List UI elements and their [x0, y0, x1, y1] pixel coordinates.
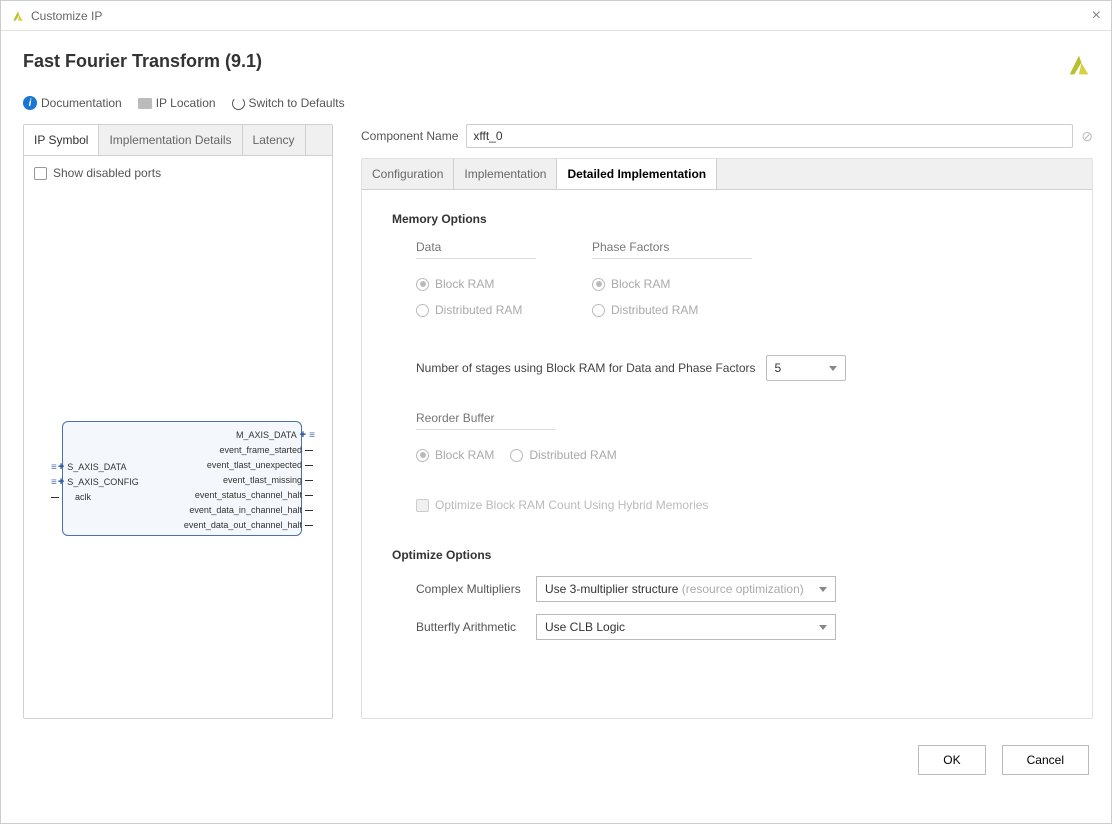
- ip-location-button[interactable]: IP Location: [138, 96, 216, 110]
- right-panel: Component Name xfft_0 ⊘ Configuration Im…: [361, 124, 1093, 719]
- component-name-value: xfft_0: [473, 129, 502, 143]
- port-event-tlast-unexpected[interactable]: event_tlast_unexpected: [184, 458, 313, 473]
- chevron-down-icon: [829, 366, 837, 371]
- tab-impl-details[interactable]: Implementation Details: [99, 125, 242, 155]
- clear-input-icon[interactable]: ⊘: [1081, 128, 1093, 145]
- chevron-down-icon: [819, 625, 827, 630]
- footer: OK Cancel: [1, 729, 1111, 791]
- data-label: Data: [416, 240, 536, 259]
- page-title: Fast Fourier Transform (9.1): [23, 51, 262, 72]
- component-name-input[interactable]: xfft_0: [466, 124, 1073, 148]
- checkbox-icon: [34, 167, 47, 180]
- optimize-options-heading: Optimize Options: [392, 548, 1062, 562]
- data-dist-ram-radio[interactable]: Distributed RAM: [416, 303, 536, 317]
- phase-block-ram-radio[interactable]: Block RAM: [592, 277, 752, 291]
- tab-latency[interactable]: Latency: [243, 125, 306, 155]
- tab-detailed-impl[interactable]: Detailed Implementation: [557, 159, 717, 189]
- tab-configuration[interactable]: Configuration: [362, 159, 454, 189]
- ok-button[interactable]: OK: [918, 745, 985, 775]
- documentation-button[interactable]: i Documentation: [23, 96, 122, 110]
- port-event-data-out-halt[interactable]: event_data_out_channel_halt: [184, 518, 313, 533]
- reorder-label: Reorder Buffer: [416, 411, 556, 430]
- reload-icon: [232, 97, 245, 110]
- radio-icon: [416, 278, 429, 291]
- iploc-label: IP Location: [156, 96, 216, 110]
- config-panel: Configuration Implementation Detailed Im…: [361, 158, 1093, 719]
- port-m-axis-data[interactable]: M_AXIS_DATA+≡: [184, 428, 313, 443]
- symbol-view: Show disabled ports ≡+S_AXIS_DATA ≡+S_AX…: [24, 156, 332, 718]
- port-aclk[interactable]: aclk: [51, 490, 139, 505]
- stages-value: 5: [775, 361, 782, 375]
- left-panel: IP Symbol Implementation Details Latency…: [23, 124, 333, 719]
- switch-defaults-button[interactable]: Switch to Defaults: [232, 96, 345, 110]
- stages-label: Number of stages using Block RAM for Dat…: [416, 361, 756, 375]
- radio-icon: [416, 304, 429, 317]
- phase-column: Phase Factors Block RAM Distributed RAM: [592, 240, 752, 329]
- tab-implementation[interactable]: Implementation: [454, 159, 557, 189]
- radio-icon: [592, 304, 605, 317]
- port-event-data-in-halt[interactable]: event_data_in_channel_halt: [184, 503, 313, 518]
- radio-icon: [510, 449, 523, 462]
- phase-dist-ram-radio[interactable]: Distributed RAM: [592, 303, 752, 317]
- memory-options-heading: Memory Options: [392, 212, 1062, 226]
- radio-icon: [416, 449, 429, 462]
- doc-label: Documentation: [41, 96, 122, 110]
- data-column: Data Block RAM Distributed RAM: [416, 240, 536, 329]
- folder-icon: [138, 98, 152, 109]
- hybrid-label: Optimize Block RAM Count Using Hybrid Me…: [435, 498, 708, 512]
- show-disabled-checkbox[interactable]: Show disabled ports: [34, 166, 322, 180]
- cancel-button[interactable]: Cancel: [1002, 745, 1089, 775]
- config-tab-strip: Configuration Implementation Detailed Im…: [362, 159, 1092, 190]
- butterfly-label: Butterfly Arithmetic: [416, 620, 526, 634]
- butterfly-select[interactable]: Use CLB Logic: [536, 614, 836, 640]
- data-block-ram-radio[interactable]: Block RAM: [416, 277, 536, 291]
- port-s-axis-config[interactable]: ≡+S_AXIS_CONFIG: [51, 475, 139, 490]
- app-icon: [11, 9, 25, 23]
- complex-mult-select[interactable]: Use 3-multiplier structure (resource opt…: [536, 576, 836, 602]
- reorder-dist-ram-radio[interactable]: Distributed RAM: [510, 448, 616, 462]
- complex-mult-label: Complex Multipliers: [416, 582, 526, 596]
- ports-left: ≡+S_AXIS_DATA ≡+S_AXIS_CONFIG aclk: [51, 460, 139, 505]
- radio-icon: [592, 278, 605, 291]
- toolbar: i Documentation IP Location Switch to De…: [23, 96, 1093, 110]
- ports-right: M_AXIS_DATA+≡ event_frame_started event_…: [184, 428, 313, 533]
- hybrid-memories-checkbox[interactable]: Optimize Block RAM Count Using Hybrid Me…: [392, 498, 1062, 512]
- vendor-logo-icon: [1065, 51, 1093, 79]
- port-event-tlast-missing[interactable]: event_tlast_missing: [184, 473, 313, 488]
- port-s-axis-data[interactable]: ≡+S_AXIS_DATA: [51, 460, 139, 475]
- port-event-status-halt[interactable]: event_status_channel_halt: [184, 488, 313, 503]
- tab-ip-symbol[interactable]: IP Symbol: [24, 125, 99, 155]
- chevron-down-icon: [819, 587, 827, 592]
- window-title: Customize IP: [31, 9, 102, 23]
- phase-label: Phase Factors: [592, 240, 752, 259]
- stages-select[interactable]: 5: [766, 355, 846, 381]
- switch-label: Switch to Defaults: [249, 96, 345, 110]
- port-event-frame-started[interactable]: event_frame_started: [184, 443, 313, 458]
- show-disabled-label: Show disabled ports: [53, 166, 161, 180]
- reorder-block-ram-radio[interactable]: Block RAM: [416, 448, 494, 462]
- checkbox-icon: [416, 499, 429, 512]
- titlebar: Customize IP ×: [1, 1, 1111, 31]
- component-name-row: Component Name xfft_0 ⊘: [361, 124, 1093, 148]
- close-icon[interactable]: ×: [1092, 7, 1101, 25]
- left-tab-strip: IP Symbol Implementation Details Latency: [24, 125, 332, 156]
- component-name-label: Component Name: [361, 129, 458, 143]
- ip-symbol-block: ≡+S_AXIS_DATA ≡+S_AXIS_CONFIG aclk M_AXI…: [62, 421, 302, 536]
- info-icon: i: [23, 96, 37, 110]
